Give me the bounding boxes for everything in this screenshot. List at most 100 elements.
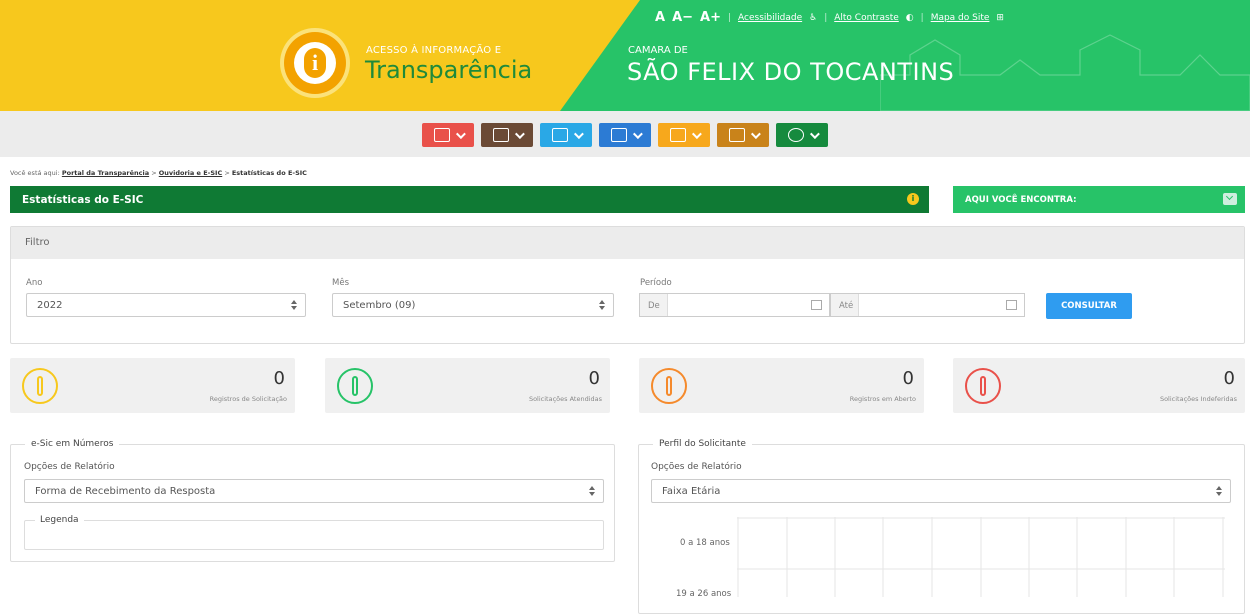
requester-profile-legend: Perfil do Solicitante	[653, 439, 752, 449]
page-title: Estatísticas do E-SIC	[22, 194, 144, 206]
breadcrumb-prefix: Você está aqui:	[10, 169, 60, 177]
handshake-icon	[492, 128, 509, 142]
site-header: i ACESSO À INFORMAÇÃO E Transparência CA…	[0, 0, 1250, 111]
year-value: 2022	[37, 300, 63, 311]
calendar-icon[interactable]	[811, 300, 822, 310]
find-here-label: AQUI VOCÊ ENCONTRA:	[965, 195, 1077, 205]
nav-menu-edit[interactable]	[422, 123, 474, 147]
nav-menu-information[interactable]	[776, 123, 828, 147]
period-label: Período	[640, 278, 672, 288]
stat-card-open: 0 Registros em Aberto	[639, 358, 924, 413]
info-icon[interactable]: i	[907, 193, 919, 205]
nav-menu-documents[interactable]	[658, 123, 710, 147]
main-nav-toolbar	[0, 111, 1250, 157]
edit-icon	[433, 128, 450, 142]
profile-report-value: Faixa Etária	[662, 486, 721, 497]
brand-tagline: ACESSO À INFORMAÇÃO E	[366, 45, 502, 56]
info-gear-icon	[651, 368, 687, 404]
esic-report-value: Forma de Recebimento da Resposta	[35, 486, 216, 497]
age-axis-label: 19 a 26 anos	[676, 589, 732, 599]
high-contrast-link[interactable]: Alto Contraste	[834, 13, 899, 23]
nav-menu-reports[interactable]	[599, 123, 651, 147]
stat-card-answered: 0 Solicitações Atendidas	[325, 358, 610, 413]
esic-legend-title: Legenda	[35, 515, 84, 525]
breadcrumb-separator: >	[151, 169, 157, 177]
page-title-bar: Estatísticas do E-SIC i	[10, 186, 929, 213]
breadcrumb-home-link[interactable]: Portal da Transparência	[62, 169, 149, 177]
chevron-down-icon	[514, 128, 525, 139]
chart-search-icon	[610, 128, 627, 142]
stat-caption: Solicitações Atendidas	[528, 395, 602, 403]
brand-title[interactable]: Transparência	[365, 56, 532, 84]
year-select[interactable]: 2022	[26, 293, 306, 317]
select-arrows-icon	[599, 299, 605, 311]
info-x-icon	[965, 368, 1001, 404]
breadcrumb-separator: >	[224, 169, 230, 177]
chevron-down-icon	[809, 128, 820, 139]
contrast-icon: ◐	[905, 12, 914, 23]
nav-menu-contracts[interactable]	[481, 123, 533, 147]
date-from-input[interactable]: De	[639, 293, 830, 317]
chevron-down-icon[interactable]	[1223, 193, 1237, 205]
document-icon	[669, 128, 686, 142]
chevron-down-icon	[455, 128, 466, 139]
breadcrumb-section-link[interactable]: Ouvidoria e E-SIC	[159, 169, 223, 177]
transparency-logo-icon[interactable]: i	[284, 32, 346, 94]
breadcrumb-current: Estatísticas do E-SIC	[231, 169, 307, 177]
font-increase-button[interactable]: A+	[700, 10, 721, 25]
stat-value: 0	[588, 368, 600, 389]
date-from-label: De	[640, 294, 668, 316]
age-axis-label: 0 a 18 anos	[680, 538, 730, 548]
stat-card-rejected: 0 Solicitações Indeferidas	[953, 358, 1245, 413]
esic-legend-box: Legenda	[24, 515, 604, 550]
info-icon	[787, 128, 804, 142]
consultar-button[interactable]: CONSULTAR	[1046, 293, 1132, 319]
esic-report-select[interactable]: Forma de Recebimento da Resposta	[24, 479, 604, 503]
accessibility-link[interactable]: Acessibilidade	[738, 13, 802, 23]
select-arrows-icon	[589, 485, 595, 497]
month-value: Setembro (09)	[343, 300, 416, 311]
date-to-label: Até	[831, 294, 859, 316]
info-icon	[22, 368, 58, 404]
breadcrumb: Você está aqui: Portal da Transparência …	[10, 169, 307, 177]
sitemap-link[interactable]: Mapa do Site	[931, 13, 990, 23]
info-check-icon	[337, 368, 373, 404]
select-arrows-icon	[291, 299, 297, 311]
chevron-down-icon	[691, 128, 702, 139]
chevron-down-icon	[632, 128, 643, 139]
profile-options-label: Opções de Relatório	[651, 462, 742, 472]
stat-card-requests: 0 Registros de Solicitação	[10, 358, 295, 413]
org-title[interactable]: SÃO FELIX DO TOCANTINS	[627, 58, 954, 86]
nav-menu-legislation[interactable]	[717, 123, 769, 147]
esic-options-label: Opções de Relatório	[24, 462, 115, 472]
chevron-down-icon	[573, 128, 584, 139]
font-decrease-button[interactable]: A−	[672, 10, 693, 25]
stat-value: 0	[902, 368, 914, 389]
year-label: Ano	[26, 278, 43, 288]
people-icon	[551, 128, 568, 142]
stat-value: 0	[1223, 368, 1235, 389]
date-to-input[interactable]: Até	[830, 293, 1025, 317]
scale-icon	[728, 128, 745, 142]
month-select[interactable]: Setembro (09)	[332, 293, 614, 317]
chevron-down-icon	[750, 128, 761, 139]
stat-caption: Registros de Solicitação	[209, 395, 287, 403]
month-label: Mês	[332, 278, 349, 288]
nav-menu-people[interactable]	[540, 123, 592, 147]
stat-caption: Solicitações Indeferidas	[1159, 395, 1237, 403]
select-arrows-icon	[1216, 485, 1222, 497]
stat-caption: Registros em Aberto	[849, 395, 916, 403]
accessibility-bar: A A− A+ | Acessibilidade ♿ | Alto Contra…	[655, 10, 1004, 25]
esic-numbers-legend: e-Sic em Números	[25, 439, 120, 449]
calendar-icon[interactable]	[1006, 300, 1017, 310]
find-here-dropdown[interactable]: AQUI VOCÊ ENCONTRA:	[953, 186, 1245, 213]
profile-report-select[interactable]: Faixa Etária	[651, 479, 1231, 503]
stat-value: 0	[273, 368, 285, 389]
font-reset-button[interactable]: A	[655, 10, 665, 25]
accessibility-icon: ♿	[809, 12, 818, 23]
org-tagline: CAMARA DE	[628, 45, 688, 56]
filter-title: Filtro	[11, 227, 1244, 259]
age-chart-grid	[737, 517, 1225, 597]
filter-panel: Filtro	[10, 226, 1245, 344]
sitemap-icon: ⊞	[996, 12, 1004, 23]
